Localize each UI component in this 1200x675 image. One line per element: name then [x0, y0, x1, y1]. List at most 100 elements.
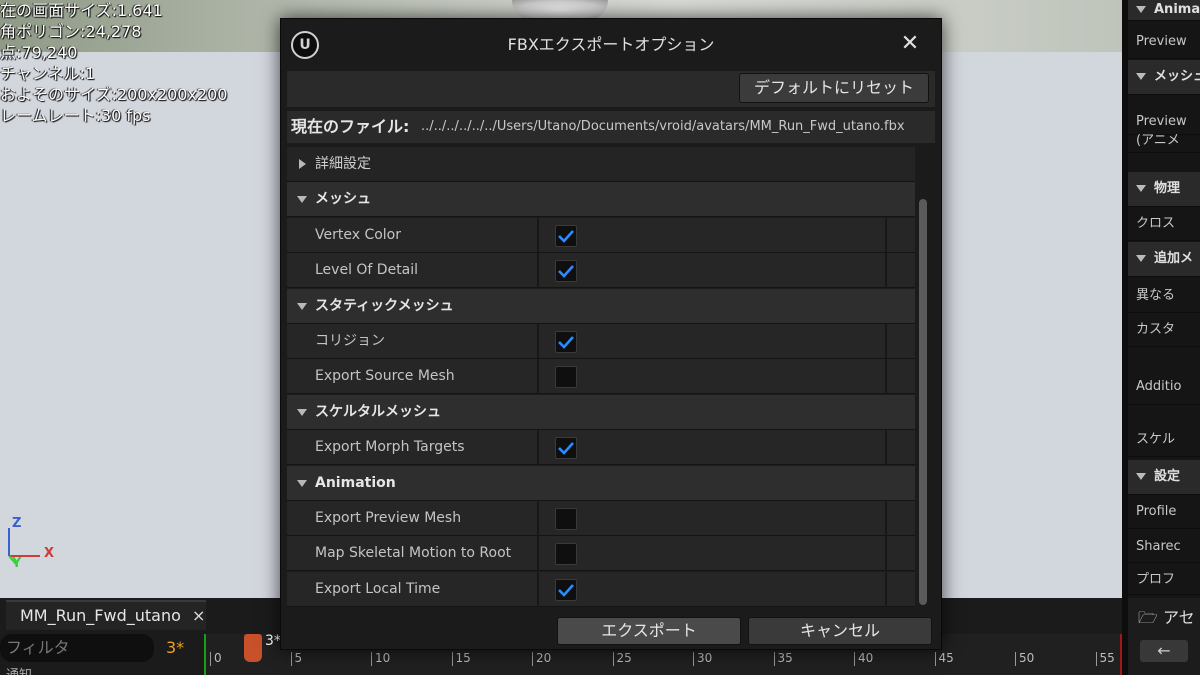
close-icon[interactable]: ✕	[899, 33, 921, 55]
property-row: Export Local Time	[287, 572, 915, 607]
details-row-label: スケル	[1136, 432, 1176, 447]
property-row: Export Morph Targets	[287, 430, 915, 465]
property-checkbox[interactable]	[555, 508, 577, 530]
details-separator	[1128, 152, 1200, 153]
asset-browser-panel: 🗁 アセ ←	[1122, 598, 1200, 675]
character-model	[512, 0, 608, 20]
category-title: スタティックメッシュ	[315, 298, 454, 314]
axis-gizmo: Z X Y	[6, 516, 66, 572]
details-property[interactable]: Profile	[1128, 496, 1200, 528]
tab-animation[interactable]: MM_Run_Fwd_utano ×	[6, 600, 206, 630]
timeline-tick-label: 30	[693, 652, 712, 666]
property-checkbox[interactable]	[555, 366, 577, 388]
property-checkbox[interactable]	[555, 437, 577, 459]
property-checkbox[interactable]	[555, 331, 577, 353]
axis-x-label: X	[44, 546, 55, 561]
advanced-settings-row[interactable]: 詳細設定	[287, 147, 915, 182]
options-scrollbar[interactable]	[919, 199, 927, 605]
details-category[interactable]: 設定	[1128, 460, 1200, 494]
details-row-label: (アニメ	[1136, 133, 1180, 148]
axis-z-label: Z	[12, 516, 22, 531]
timeline-tick-label: 25	[612, 652, 632, 666]
category-header[interactable]: スタティックメッシュ	[287, 289, 915, 324]
expand-triangle-icon	[1136, 73, 1146, 80]
details-property[interactable]: クロス	[1128, 208, 1200, 240]
timeline-tick-label: 5	[290, 652, 302, 666]
expand-arrow-right-icon	[299, 159, 306, 169]
column-divider	[537, 536, 539, 571]
details-separator	[1128, 594, 1200, 595]
dialog-footer: エクスポート キャンセル	[287, 611, 935, 647]
column-divider	[885, 430, 887, 465]
frame-indicator: 3*	[166, 638, 185, 657]
back-arrow-button[interactable]: ←	[1140, 640, 1188, 662]
details-property[interactable]: 異なる	[1128, 280, 1200, 312]
viewport-stats: 在の画面サイズ:1.641 角ポリゴン:24,278 点:79,240 チャンネ…	[0, 0, 227, 126]
stat-line: レームレート:30 fps	[0, 106, 151, 125]
asset-browser-title[interactable]: 🗁 アセ	[1138, 604, 1195, 634]
details-row-label: 異なる	[1136, 288, 1176, 303]
property-row: Level Of Detail	[287, 253, 915, 288]
category-header[interactable]: スケルタルメッシュ	[287, 395, 915, 430]
property-checkbox[interactable]	[555, 225, 577, 247]
checkmark-icon	[558, 230, 574, 243]
details-property[interactable]: プロフ	[1128, 566, 1200, 594]
timeline-tick-label: 40	[854, 652, 873, 666]
column-divider	[885, 253, 887, 288]
property-label: Export Local Time	[315, 581, 441, 597]
details-row-label: 物理	[1154, 181, 1181, 196]
details-row-label: 追加メ	[1154, 251, 1194, 266]
details-property[interactable]: Additio	[1128, 370, 1200, 404]
details-property[interactable]: (アニメ	[1128, 130, 1200, 152]
cancel-button[interactable]: キャンセル	[748, 617, 932, 645]
details-separator	[1128, 494, 1200, 495]
collapse-triangle-icon	[297, 480, 307, 487]
reset-to-default-button[interactable]: デフォルトにリセット	[739, 73, 929, 103]
property-label: Map Skeletal Motion to Root	[315, 545, 512, 561]
details-row-label: Preview	[1136, 34, 1187, 49]
dialog-title: FBXエクスポートオプション	[507, 35, 715, 54]
column-divider	[537, 324, 539, 359]
details-property[interactable]: Sharec	[1128, 532, 1200, 562]
details-property[interactable]: Preview	[1128, 26, 1200, 58]
category-title: Animation	[315, 475, 396, 491]
property-row: Export Preview Mesh	[287, 501, 915, 536]
current-file-row: 現在のファイル: ../../../../../../Users/Utano/D…	[287, 111, 935, 143]
property-label: Level Of Detail	[315, 262, 419, 278]
stat-line: 角ポリゴン:24,278	[0, 22, 142, 41]
details-property[interactable]: カスタ	[1128, 314, 1200, 346]
column-divider	[537, 359, 539, 394]
details-row-label: メッシュ	[1154, 69, 1200, 84]
filter-input[interactable]: フィルタ	[0, 634, 154, 662]
property-checkbox[interactable]	[555, 543, 577, 565]
details-row-label: クロス	[1136, 216, 1176, 231]
details-category[interactable]: 物理	[1128, 172, 1200, 206]
expand-triangle-icon	[1136, 473, 1146, 480]
stat-line: およそのサイズ:200x200x200	[0, 85, 228, 104]
details-separator	[1128, 312, 1200, 313]
property-row: Map Skeletal Motion to Root	[287, 536, 915, 571]
playhead-handle[interactable]	[244, 634, 262, 662]
property-row: Vertex Color	[287, 218, 915, 253]
column-divider	[537, 253, 539, 288]
property-checkbox[interactable]	[555, 579, 577, 601]
details-separator	[1128, 240, 1200, 241]
details-separator	[1128, 206, 1200, 207]
details-property[interactable]: スケル	[1128, 424, 1200, 456]
details-category[interactable]: メッシュ	[1128, 60, 1200, 94]
expand-triangle-icon	[1136, 6, 1146, 13]
details-category[interactable]: Anima	[1128, 0, 1200, 20]
current-file-label: 現在のファイル:	[291, 117, 410, 136]
category-header[interactable]: Animation	[287, 466, 915, 501]
export-button[interactable]: エクスポート	[557, 617, 741, 645]
category-header[interactable]: メッシュ	[287, 182, 915, 217]
axis-y-label: Y	[12, 556, 22, 571]
property-label: コリジョン	[315, 333, 385, 349]
property-checkbox[interactable]	[555, 260, 577, 282]
stat-line: 在の画面サイズ:1.641	[0, 1, 163, 20]
column-divider	[885, 536, 887, 571]
stat-line: チャンネル:1	[0, 64, 96, 83]
details-category[interactable]: 追加メ	[1128, 242, 1200, 276]
tab-close-icon[interactable]: ×	[192, 606, 205, 625]
dialog-titlebar[interactable]: U FBXエクスポートオプション ✕	[281, 19, 941, 71]
